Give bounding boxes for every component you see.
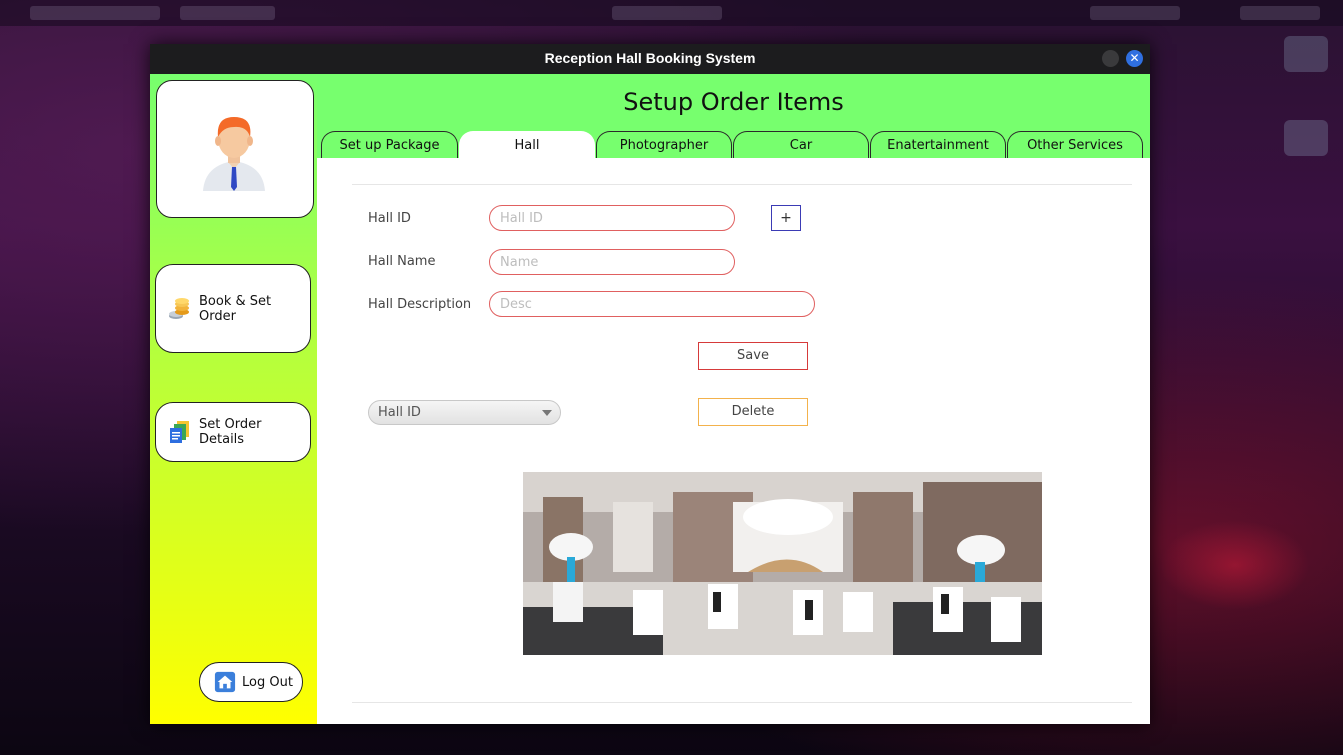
tab-car[interactable]: Car bbox=[733, 131, 869, 158]
blurred-panel-item bbox=[180, 6, 275, 20]
top-divider bbox=[352, 184, 1132, 185]
tab-other-services[interactable]: Other Services bbox=[1007, 131, 1143, 158]
log-out-label: Log Out bbox=[242, 674, 293, 690]
hall-id-input[interactable] bbox=[489, 205, 735, 231]
hall-description-label: Hall Description bbox=[368, 297, 472, 312]
avatar-card bbox=[156, 80, 314, 218]
chevron-down-icon bbox=[542, 410, 552, 416]
hall-id-select[interactable]: Hall ID bbox=[368, 400, 561, 425]
hall-tab-panel: Hall ID + Hall Name Hall Description Sav… bbox=[317, 158, 1150, 724]
app-window: Reception Hall Booking System ✕ Book & S… bbox=[150, 44, 1150, 724]
desktop-icon bbox=[1284, 36, 1328, 72]
blurred-panel-item bbox=[1090, 6, 1180, 20]
close-button[interactable]: ✕ bbox=[1126, 50, 1143, 67]
save-button[interactable]: Save bbox=[698, 342, 808, 370]
user-avatar-icon bbox=[203, 117, 265, 191]
set-order-details-button[interactable]: Set Order Details bbox=[155, 402, 311, 462]
hall-id-select-value: Hall ID bbox=[378, 405, 421, 420]
hall-photo bbox=[523, 472, 1042, 655]
book-set-order-button[interactable]: Book & Set Order bbox=[155, 264, 311, 353]
desktop-icon bbox=[1284, 120, 1328, 156]
page-title: Setup Order Items bbox=[623, 88, 844, 116]
tab-set-up-package[interactable]: Set up Package bbox=[321, 131, 458, 158]
hall-description-input[interactable] bbox=[489, 291, 815, 317]
bottom-divider bbox=[352, 702, 1132, 703]
desktop-top-panel bbox=[0, 0, 1343, 26]
window-title: Reception Hall Booking System bbox=[544, 50, 756, 66]
blurred-panel-item bbox=[1240, 6, 1320, 20]
desktop-wallpaper-glow bbox=[1160, 520, 1310, 610]
hall-name-label: Hall Name bbox=[368, 254, 436, 269]
minimize-button[interactable] bbox=[1102, 50, 1119, 67]
documents-icon bbox=[170, 421, 189, 443]
tab-entertainment[interactable]: Enatertainment bbox=[870, 131, 1006, 158]
coins-icon bbox=[169, 297, 189, 319]
home-icon bbox=[214, 671, 236, 693]
main-header: Setup Order Items Set up Package Hall Ph… bbox=[317, 74, 1150, 158]
tab-photographer[interactable]: Photographer bbox=[596, 131, 732, 158]
tab-hall[interactable]: Hall bbox=[459, 131, 595, 158]
log-out-button[interactable]: Log Out bbox=[199, 662, 303, 702]
delete-button[interactable]: Delete bbox=[698, 398, 808, 426]
title-bar: Reception Hall Booking System ✕ bbox=[150, 44, 1150, 74]
sidebar: Book & Set Order Set Order Details Log O… bbox=[150, 74, 317, 724]
add-hall-button[interactable]: + bbox=[771, 205, 801, 231]
set-order-details-label: Set Order Details bbox=[199, 417, 262, 447]
blurred-panel-item bbox=[612, 6, 722, 20]
hall-name-input[interactable] bbox=[489, 249, 735, 275]
hall-id-label: Hall ID bbox=[368, 211, 411, 226]
book-set-order-label: Book & Set Order bbox=[199, 293, 272, 324]
blurred-panel-item bbox=[30, 6, 160, 20]
hall-photo-illustration bbox=[523, 472, 1042, 655]
